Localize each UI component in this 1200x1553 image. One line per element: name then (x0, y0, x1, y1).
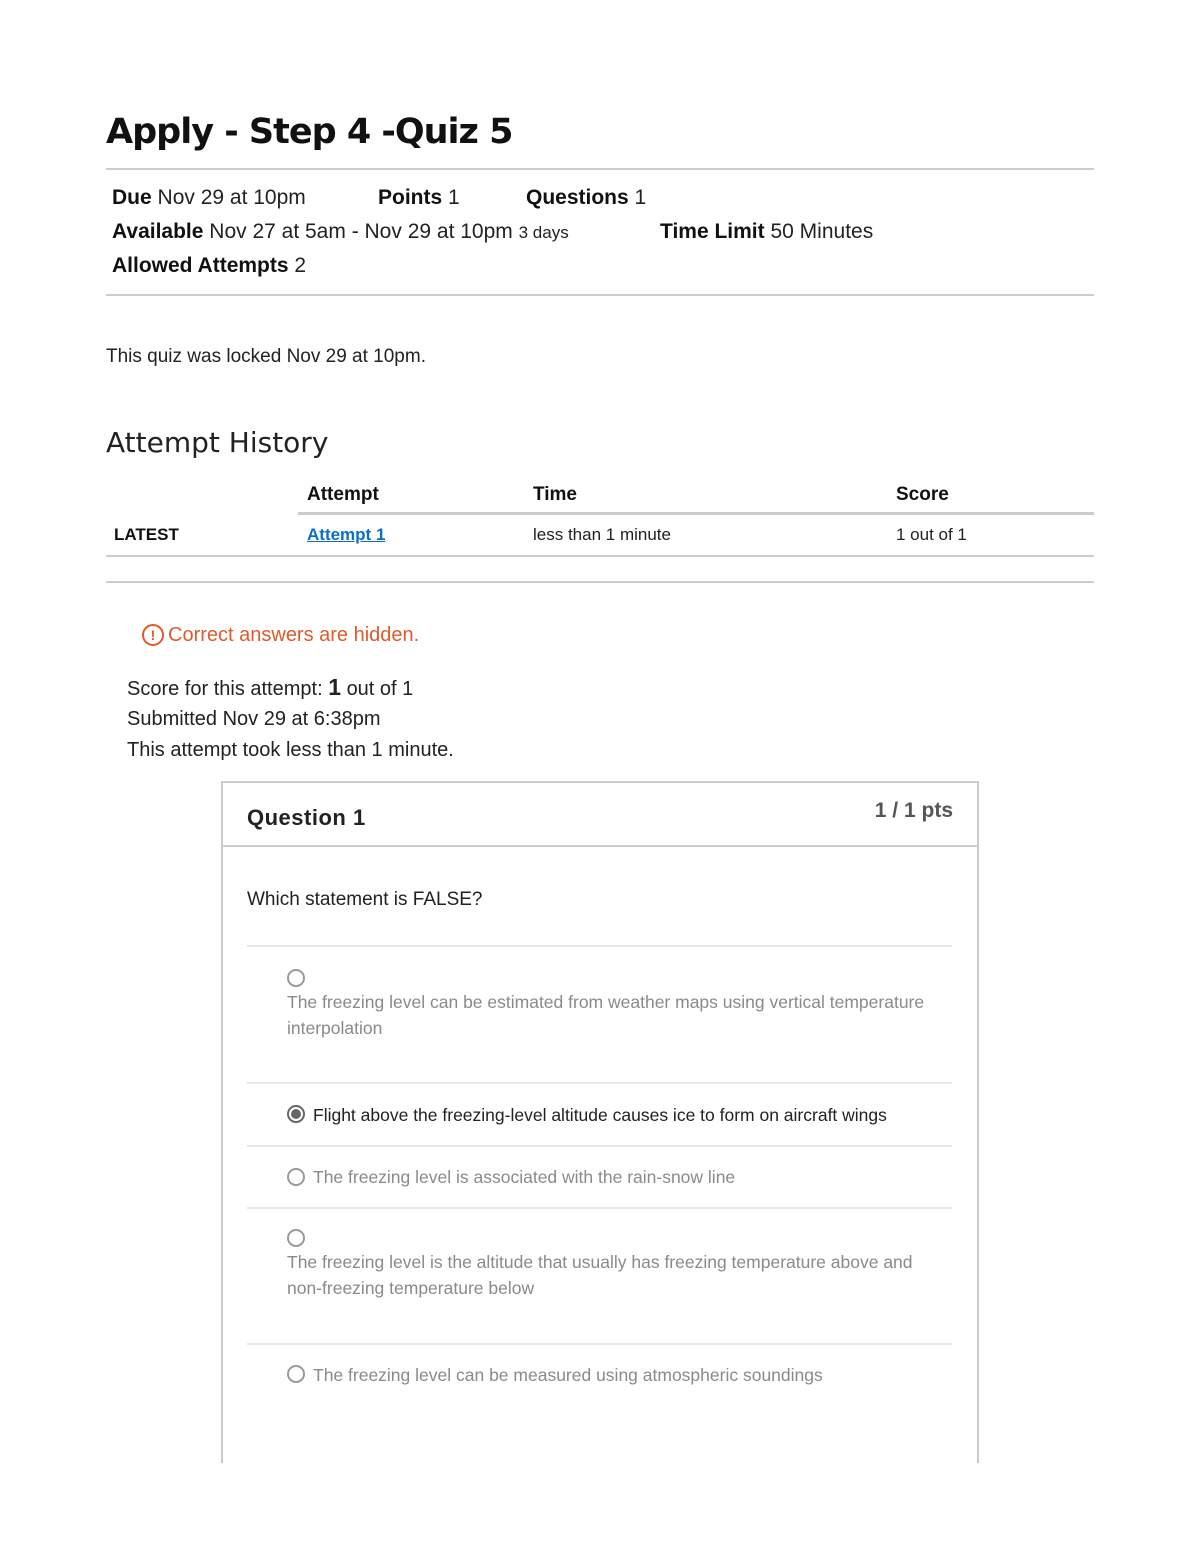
row-label-latest: LATEST (114, 525, 179, 544)
attempt-score: 1 out of 1 (896, 525, 967, 544)
points-label: Points (378, 186, 443, 209)
divider (106, 168, 1094, 170)
table-header-divider (298, 512, 1094, 515)
radio-unselected-icon[interactable] (287, 1168, 305, 1186)
warning-icon: ! (142, 624, 164, 646)
submitted-time: Submitted Nov 29 at 6:38pm (127, 708, 381, 730)
question-title: Question 1 (247, 805, 366, 830)
available-value: Nov 27 at 5am - Nov 29 at 10pm (209, 220, 513, 243)
attempt-duration: This attempt took less than 1 minute. (127, 739, 454, 761)
due-info: Due Nov 29 at 10pm (112, 186, 306, 210)
attempt-history-heading: Attempt History (106, 426, 329, 459)
answer-divider (247, 945, 952, 947)
warning-text: Correct answers are hidden. (168, 624, 420, 646)
column-header-attempt: Attempt (307, 484, 379, 505)
divider (106, 294, 1094, 296)
score-prefix: Score for this attempt: (127, 678, 323, 700)
attempt-score-line: Score for this attempt: 1 out of 1 (127, 674, 413, 701)
locked-message: This quiz was locked Nov 29 at 10pm. (106, 346, 426, 367)
answer-text: The freezing level is associated with th… (313, 1167, 736, 1187)
allowed-attempts-value: 2 (294, 254, 307, 277)
available-duration: 3 days (518, 223, 569, 242)
questions-info: Questions 1 (526, 186, 646, 210)
due-label: Due (112, 186, 152, 209)
questions-value: 1 (634, 186, 647, 209)
radio-unselected-icon[interactable] (287, 1365, 305, 1383)
question-points: 1 / 1 pts (874, 799, 953, 822)
due-value: Nov 29 at 10pm (157, 186, 306, 209)
question-text: Which statement is FALSE? (247, 889, 483, 910)
time-limit-value: 50 Minutes (770, 220, 874, 243)
radio-unselected-icon[interactable] (287, 969, 305, 987)
answer-divider (247, 1207, 952, 1209)
question-card: Question 1 1 / 1 pts Which statement is … (221, 781, 979, 1463)
points-value: 1 (448, 186, 460, 209)
answer-text: Flight above the freezing-level altitude… (313, 1105, 887, 1125)
radio-unselected-icon[interactable] (287, 1229, 305, 1247)
answer-divider (247, 1082, 952, 1084)
attempt-time: less than 1 minute (533, 525, 671, 544)
answer-text: The freezing level is the altitude that … (287, 1252, 913, 1298)
score-value: 1 (328, 674, 341, 700)
allowed-attempts-label: Allowed Attempts (112, 254, 289, 277)
points-info: Points 1 (378, 186, 460, 210)
available-label: Available (112, 220, 204, 243)
time-limit-info: Time Limit 50 Minutes (660, 220, 873, 244)
radio-selected-icon[interactable] (287, 1105, 305, 1123)
answer-text: The freezing level can be estimated from… (287, 992, 925, 1038)
answer-text: The freezing level can be measured using… (313, 1365, 823, 1385)
divider (106, 581, 1094, 583)
score-suffix: out of 1 (346, 678, 414, 700)
column-header-score: Score (896, 484, 949, 505)
column-header-time: Time (533, 484, 578, 505)
allowed-attempts-info: Allowed Attempts 2 (112, 254, 306, 278)
available-info: Available Nov 27 at 5am - Nov 29 at 10pm… (112, 220, 569, 244)
questions-label: Questions (526, 186, 629, 209)
correct-answers-hidden-notice: ! Correct answers are hidden. (142, 624, 419, 647)
attempt-1-link[interactable]: Attempt 1 (307, 525, 385, 545)
time-limit-label: Time Limit (660, 220, 765, 243)
answer-divider (247, 1343, 952, 1345)
question-header: Question 1 1 / 1 pts (223, 783, 977, 847)
page-title: Apply - Step 4 -Quiz 5 (106, 112, 513, 152)
answer-divider (247, 1145, 952, 1147)
table-row-divider (106, 555, 1094, 557)
